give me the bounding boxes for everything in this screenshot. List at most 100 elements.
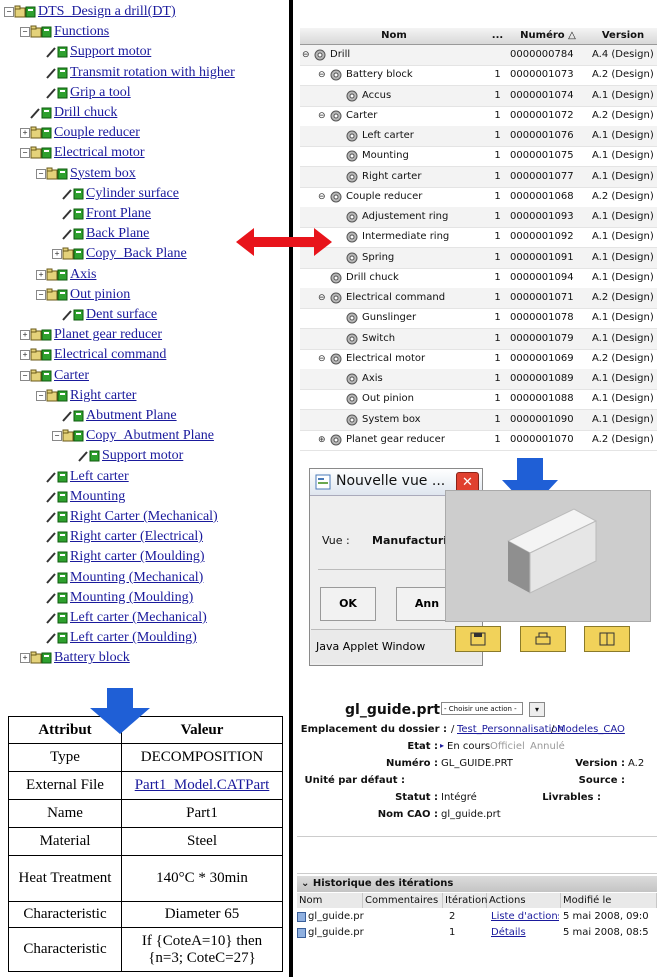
tree-node[interactable]: Mounting (0, 487, 286, 507)
tree-node-label[interactable]: Front Plane (86, 204, 151, 224)
table-row[interactable]: Spring 1 0000001091 A.1 (Design) (300, 247, 657, 269)
table-row[interactable]: ⊕ Planet gear reducer 1 0000001070 A.2 (Desi… (300, 430, 657, 451)
tree-node[interactable]: Mounting (Mechanical) (0, 568, 286, 588)
collapse-icon[interactable]: ⊖ (318, 71, 327, 80)
table-row[interactable]: Drill chuck 1 0000001094 A.1 (Design) (300, 268, 657, 289)
print-view-button[interactable] (520, 626, 566, 652)
table-row[interactable]: Out pinion 1 0000001088 A.1 (Design) (300, 389, 657, 411)
tree-node-label[interactable]: Right carter (Electrical) (70, 527, 203, 547)
tree-node-label[interactable]: Functions (54, 22, 109, 42)
layout-view-button[interactable] (584, 626, 630, 652)
collapse-icon[interactable]: ⌄ (301, 878, 313, 889)
expand-icon[interactable]: + (52, 249, 62, 260)
external-file-link[interactable]: Part1_Model.CATPart (135, 777, 270, 793)
table-row[interactable]: Mounting 1 0000001075 A.1 (Design) (300, 146, 657, 168)
tree-node[interactable]: Dent surface (0, 305, 286, 325)
tree-node[interactable]: Drill chuck (0, 103, 286, 123)
tree-node-label[interactable]: Dent surface (86, 305, 157, 325)
table-row[interactable]: Intermediate ring 1 0000001092 A.1 (Design) (300, 227, 657, 249)
tree-node[interactable]: Left carter (0, 467, 286, 487)
table-row[interactable]: ⊖ Electrical motor 1 0000001069 A.2 (Design) (300, 349, 657, 370)
tree-node-label[interactable]: Drill chuck (54, 103, 117, 123)
history-col-iteration[interactable]: Itération (443, 893, 487, 908)
history-section-header[interactable]: ⌄ Historique des itérations (297, 876, 657, 892)
tree-node-label[interactable]: Carter (54, 366, 89, 386)
collapse-icon[interactable]: − (36, 289, 46, 300)
history-col-commentaires[interactable]: Commentaires (363, 893, 443, 908)
table-row[interactable]: Gunslinger 1 0000001078 A.1 (Design) (300, 308, 657, 330)
table-row[interactable]: Accus 1 0000001074 A.1 (Design) (300, 85, 657, 107)
tree-node-label[interactable]: Electrical motor (54, 143, 145, 163)
tree-node[interactable]: + Planet gear reducer (0, 325, 286, 345)
table-row[interactable]: System box 1 0000001090 A.1 (Design) (300, 409, 657, 431)
tree-node-label[interactable]: Right Carter (Mechanical) (70, 507, 218, 527)
collapse-icon[interactable]: ⊖ (302, 51, 311, 60)
table-row[interactable]: Right carter 1 0000001077 A.1 (Design) (300, 166, 657, 188)
tree-node-label[interactable]: Back Plane (86, 224, 149, 244)
tree-node[interactable]: Cylinder surface (0, 184, 286, 204)
column-header-version[interactable]: Version (589, 28, 657, 45)
table-row[interactable]: Left carter 1 0000001076 A.1 (Design) (300, 126, 657, 147)
tree-node-label[interactable]: Right carter (Moulding) (70, 547, 205, 567)
etat-annule[interactable]: Annulé (530, 741, 565, 752)
tree-node-label[interactable]: Left carter (70, 467, 129, 487)
tree-node[interactable]: Support motor (0, 42, 286, 62)
tree-node-label[interactable]: Support motor (102, 446, 183, 466)
history-details-link[interactable]: Détails (491, 925, 559, 941)
collapse-icon[interactable]: − (4, 7, 14, 17)
history-nom[interactable]: gl_guide.prt (308, 909, 364, 925)
collapse-icon[interactable]: − (52, 431, 62, 442)
tree-node[interactable]: Transmit rotation with higher (0, 63, 286, 83)
tree-node[interactable]: Front Plane (0, 204, 286, 224)
tree-node-label[interactable]: DTS_Design a drill(DT) (38, 2, 176, 22)
table-row[interactable]: ⊖ Couple reducer 1 0000001068 A.2 (Design) (300, 187, 657, 208)
tree-node-label[interactable]: Transmit rotation with higher (70, 63, 235, 83)
tree-node[interactable]: − Copy_Abutment Plane (0, 426, 286, 446)
tree-node[interactable]: Support motor (0, 446, 286, 466)
tree-node-label[interactable]: Support motor (70, 42, 151, 62)
action-select[interactable]: - Choisir une action - (441, 702, 523, 715)
etat-officiel[interactable]: Officiel (490, 741, 525, 752)
expand-icon[interactable]: + (20, 350, 30, 361)
3d-preview[interactable] (445, 490, 651, 622)
collapse-icon[interactable]: − (20, 370, 30, 381)
tree-node-label[interactable]: Left carter (Mechanical) (70, 608, 207, 628)
table-row[interactable]: Axis 1 0000001089 A.1 (Design) (300, 369, 657, 390)
tree-node[interactable]: − Functions (0, 22, 286, 42)
table-row[interactable]: Adjustement ring 1 0000001093 A.1 (Design) (300, 207, 657, 228)
collapse-icon[interactable]: ⊖ (318, 354, 327, 364)
tree-node[interactable]: Grip a tool (0, 83, 286, 103)
collapse-icon[interactable]: − (36, 168, 46, 179)
tree-node[interactable]: + Couple reducer (0, 123, 286, 143)
chevron-down-icon[interactable]: ▾ (529, 702, 545, 717)
tree-node[interactable]: Right Carter (Mechanical) (0, 507, 286, 527)
collapse-icon[interactable]: ⊖ (318, 192, 327, 202)
folder-link-modeles[interactable]: Modeles_CAO (557, 724, 625, 735)
etat-current[interactable]: En cours (447, 741, 490, 752)
tree-node[interactable]: Right carter (Electrical) (0, 527, 286, 547)
vue-select[interactable]: Manufacturi (372, 534, 447, 547)
tree-node[interactable]: − Out pinion (0, 285, 286, 305)
tree-node-label[interactable]: Mounting (Moulding) (70, 588, 193, 608)
tree-node-label[interactable]: Mounting (Mechanical) (70, 568, 203, 588)
tree-node-label[interactable]: Abutment Plane (86, 406, 177, 426)
tree-node[interactable]: − Electrical motor (0, 143, 286, 163)
tree-node[interactable]: − DTS_Design a drill(DT) (0, 2, 286, 22)
expand-icon[interactable]: + (20, 653, 30, 664)
tree-node-label[interactable]: Battery block (54, 648, 130, 668)
history-actions-link[interactable]: Liste d'actions (491, 909, 559, 925)
collapse-icon[interactable]: ⊖ (318, 294, 327, 303)
collapse-icon[interactable]: − (20, 148, 30, 159)
tree-node-label[interactable]: Right carter (70, 386, 136, 406)
history-col-actions[interactable]: Actions (487, 893, 561, 908)
collapse-icon[interactable]: − (36, 390, 46, 401)
tree-node[interactable]: Right carter (Moulding) (0, 547, 286, 567)
history-col-nom[interactable]: Nom (297, 893, 363, 908)
folder-link-personnalisation[interactable]: Test_Personnalisation (457, 724, 564, 735)
tree-node-label[interactable]: Out pinion (70, 285, 130, 305)
tree-node[interactable]: Left carter (Moulding) (0, 628, 286, 648)
collapse-icon[interactable]: − (20, 27, 30, 38)
column-header-number[interactable]: Numéro △ (507, 28, 590, 45)
tree-node[interactable]: − System box (0, 164, 286, 184)
tree-node-label[interactable]: Grip a tool (70, 83, 131, 103)
